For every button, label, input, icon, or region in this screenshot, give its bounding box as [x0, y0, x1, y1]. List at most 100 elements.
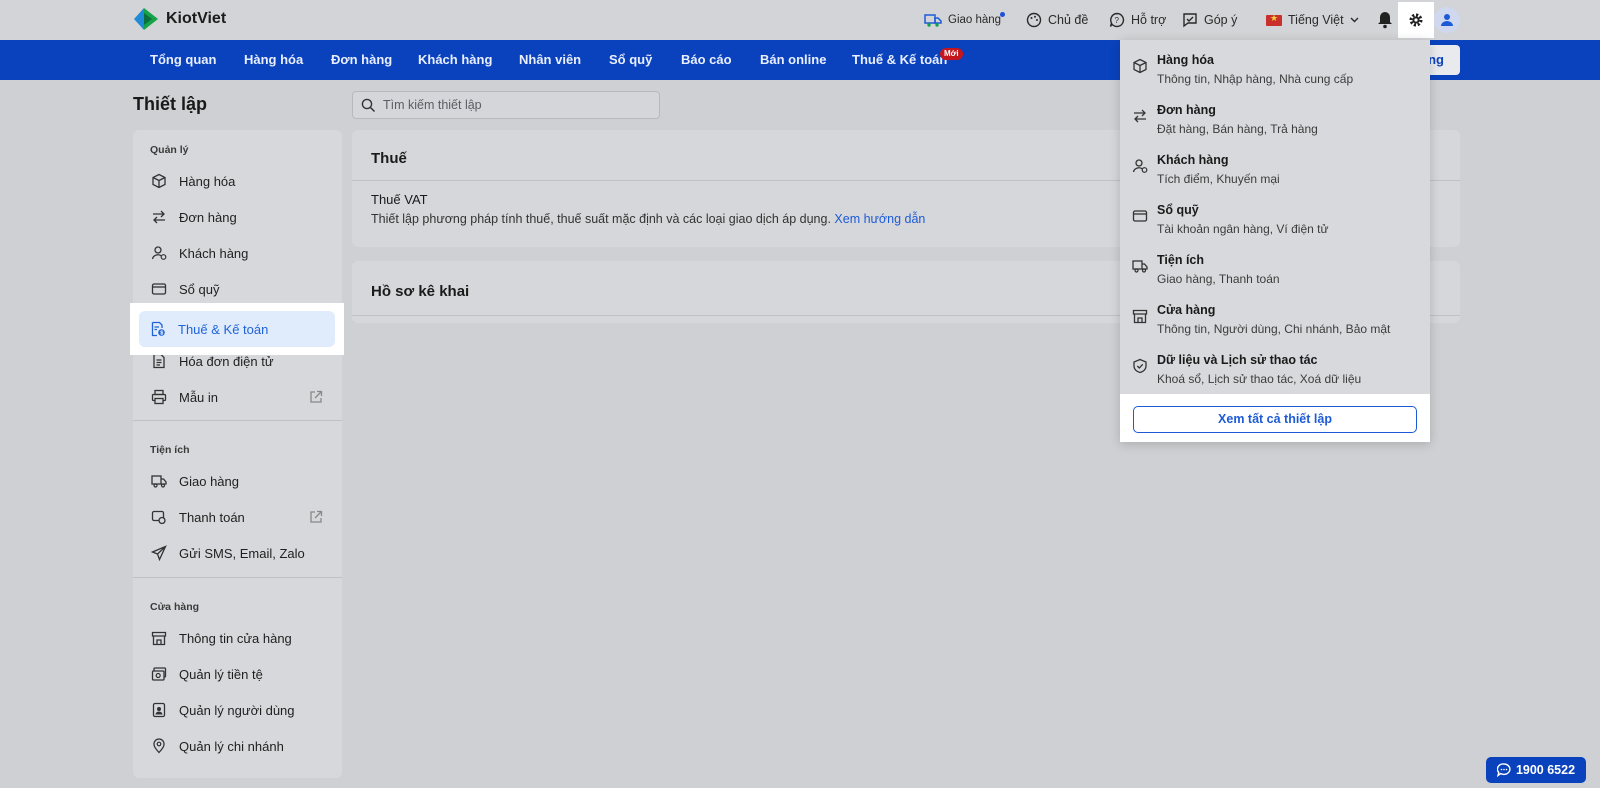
sidebar-item-orders[interactable]: Đơn hàng — [140, 199, 335, 235]
nav-products[interactable]: Hàng hóa — [244, 40, 303, 80]
user-icon — [1441, 14, 1453, 26]
sidebar-item-customers[interactable]: Khách hàng — [140, 235, 335, 271]
sidebar-item-store-info[interactable]: Thông tin cửa hàng — [140, 620, 335, 656]
dropdown-item-products[interactable]: Hàng hóa Thông tin, Nhập hàng, Nhà cung … — [1120, 40, 1430, 90]
vat-description: Thiết lập phương pháp tính thuế, thuế su… — [371, 212, 925, 226]
kiotviet-logo-icon — [134, 8, 158, 30]
dropdown-item-title: Tiện ích — [1157, 253, 1205, 267]
store-icon — [1132, 309, 1148, 324]
dropdown-item-subtitle: Khoá sổ, Lịch sử thao tác, Xoá dữ liệu — [1157, 372, 1362, 386]
dropdown-item-store[interactable]: Cửa hàng Thông tin, Người dùng, Chi nhán… — [1120, 290, 1430, 340]
search-input[interactable] — [383, 98, 643, 112]
section-utilities-label: Tiện ích — [150, 444, 190, 456]
dropdown-item-cashbook[interactable]: Sổ quỹ Tài khoản ngân hàng, Ví điện tử — [1120, 190, 1430, 240]
map-pin-icon — [153, 738, 165, 754]
settings-sidebar: Quản lý Hàng hóa Đơn hàng Khách hàng Sổ … — [133, 130, 342, 778]
support-link[interactable]: ? Hỗ trợ — [1109, 10, 1166, 30]
printer-icon — [151, 389, 167, 405]
sidebar-item-products[interactable]: Hàng hóa — [140, 163, 335, 199]
nav-orders[interactable]: Đơn hàng — [331, 40, 392, 80]
external-link-icon — [310, 390, 323, 403]
dropdown-item-subtitle: Tích điểm, Khuyến mại — [1157, 172, 1280, 186]
notifications-button[interactable] — [1377, 10, 1393, 30]
app-name: KiotViet — [166, 10, 227, 27]
sidebar-item-label: Quản lý chi nhánh — [179, 738, 284, 754]
settings-button[interactable] — [1398, 2, 1434, 38]
sidebar-item-label: Khách hàng — [179, 245, 249, 261]
top-bar: KiotViet Giao hàng Chủ đề ? Hỗ trợ Góp ý… — [0, 0, 1600, 40]
feedback-label: Góp ý — [1204, 13, 1238, 27]
notification-dot — [1000, 12, 1005, 17]
chevron-down-icon — [1350, 17, 1359, 23]
hotline-button[interactable]: 1900 6522 — [1486, 757, 1586, 783]
palette-icon — [1026, 12, 1042, 28]
sidebar-item-label: Đơn hàng — [179, 209, 237, 225]
new-badge: Mới — [940, 48, 963, 60]
dropdown-item-subtitle: Thông tin, Người dùng, Chi nhánh, Bảo mậ… — [1157, 322, 1391, 336]
wallet-icon — [1132, 210, 1148, 222]
delivery-link[interactable]: Giao hàng — [924, 10, 1001, 30]
nav-customers[interactable]: Khách hàng — [418, 40, 492, 80]
logo[interactable]: KiotViet — [132, 6, 226, 32]
view-all-settings-button[interactable]: Xem tất cả thiết lập — [1133, 406, 1417, 433]
vietnam-flag-icon — [1266, 13, 1282, 26]
truck-icon — [1132, 260, 1148, 273]
swap-arrows-icon — [153, 210, 165, 224]
dropdown-item-orders[interactable]: Đơn hàng Đặt hàng, Bán hàng, Trả hàng — [1120, 90, 1430, 140]
dropdown-footer: Xem tất cả thiết lập — [1120, 394, 1430, 442]
vat-title: Thuế VAT — [371, 192, 428, 207]
sidebar-item-messaging[interactable]: Gửi SMS, Email, Zalo — [140, 535, 335, 571]
nav-reports[interactable]: Báo cáo — [681, 40, 732, 80]
shield-check-icon — [1133, 358, 1147, 374]
sidebar-item-print-templates[interactable]: Mẫu in — [140, 379, 335, 415]
nav-overview[interactable]: Tổng quan — [150, 40, 216, 80]
swap-arrows-icon — [1134, 109, 1146, 123]
nav-cashbook[interactable]: Sổ quỹ — [609, 40, 652, 80]
currency-icon — [151, 667, 167, 681]
sidebar-item-payment[interactable]: Thanh toán — [140, 499, 335, 535]
sidebar-item-label: Quản lý người dùng — [179, 702, 295, 718]
bell-icon — [1378, 12, 1392, 29]
nav-online-sales[interactable]: Bán online — [760, 40, 826, 80]
theme-link[interactable]: Chủ đề — [1026, 10, 1088, 30]
sidebar-item-currency[interactable]: Quản lý tiền tệ — [140, 656, 335, 692]
dropdown-item-title: Cửa hàng — [1157, 303, 1216, 317]
dropdown-item-utilities[interactable]: Tiện ích Giao hàng, Thanh toán — [1120, 240, 1430, 290]
sidebar-item-tax-accounting[interactable]: $ Thuế & Kế toán — [139, 311, 335, 347]
user-badge-icon — [152, 702, 166, 718]
section-store-label: Cửa hàng — [150, 601, 200, 613]
wallet-icon — [151, 283, 167, 295]
language-label: Tiếng Việt — [1288, 13, 1344, 27]
language-selector[interactable]: Tiếng Việt — [1266, 10, 1359, 30]
sidebar-item-users[interactable]: Quản lý người dùng — [140, 692, 335, 728]
dropdown-item-customers[interactable]: Khách hàng Tích điểm, Khuyến mại — [1120, 140, 1430, 190]
sidebar-item-branches[interactable]: Quản lý chi nhánh — [140, 728, 335, 764]
external-link-icon — [310, 510, 323, 523]
vat-guide-link[interactable]: Xem hướng dẫn — [834, 212, 925, 226]
feedback-icon — [1183, 13, 1197, 28]
nav-employees[interactable]: Nhân viên — [519, 40, 581, 80]
nav-tax-accounting[interactable]: Thuế & Kế toán — [852, 40, 947, 80]
delivery-label: Giao hàng — [948, 14, 1002, 26]
sidebar-divider — [133, 420, 342, 421]
svg-text:$: $ — [160, 331, 163, 337]
sidebar-item-label: Quản lý tiền tệ — [179, 666, 263, 682]
user-avatar[interactable] — [1434, 7, 1460, 33]
sidebar-item-delivery[interactable]: Giao hàng — [140, 463, 335, 499]
sidebar-item-label: Gửi SMS, Email, Zalo — [179, 545, 305, 561]
support-label: Hỗ trợ — [1131, 13, 1167, 27]
dropdown-item-title: Đơn hàng — [1157, 103, 1216, 117]
chat-icon — [1496, 763, 1511, 777]
hotline-number: 1900 6522 — [1515, 763, 1576, 777]
filing-card-title: Hồ sơ kê khai — [371, 283, 470, 300]
sidebar-item-cashbook[interactable]: Sổ quỹ — [140, 271, 335, 307]
payment-icon — [151, 510, 166, 525]
dropdown-item-title: Sổ quỹ — [1157, 203, 1199, 217]
dropdown-item-data-history[interactable]: Dữ liệu và Lịch sử thao tác Khoá sổ, Lịc… — [1120, 340, 1430, 390]
svg-text:?: ? — [1115, 16, 1120, 25]
feedback-link[interactable]: Góp ý — [1182, 10, 1237, 30]
search-icon — [361, 98, 376, 112]
sidebar-item-label: Mẫu in — [179, 389, 219, 405]
tax-card-title: Thuế — [371, 150, 407, 167]
dropdown-item-title: Hàng hóa — [1157, 53, 1214, 67]
